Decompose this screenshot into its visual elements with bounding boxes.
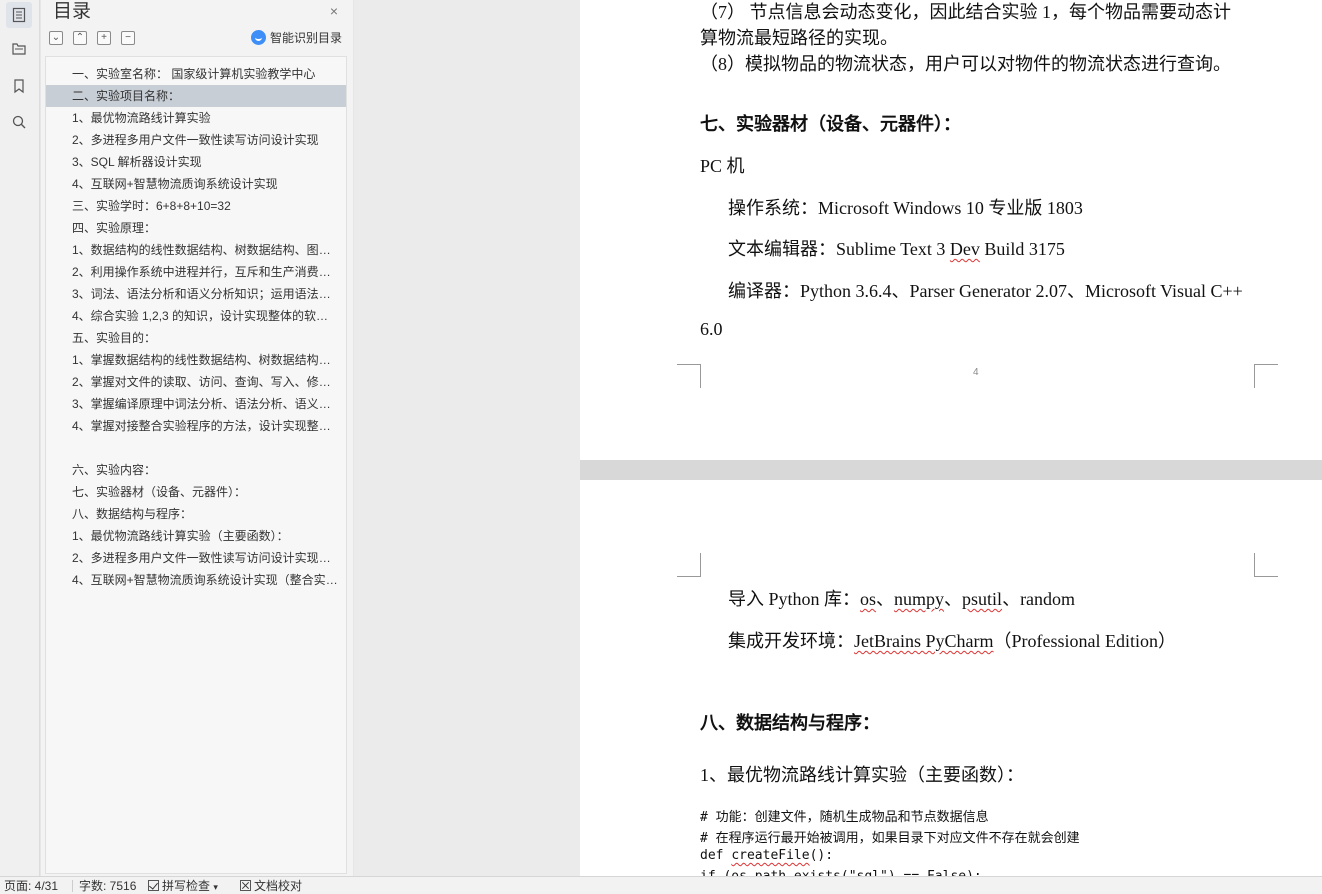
python-libs-line[interactable]: 导入 Python 库：os、numpy、psutil、random — [728, 585, 1075, 611]
code-if-line[interactable]: if (os.path.exists("sql") == False): — [700, 869, 982, 876]
spell-check-toggle[interactable]: 拼写检查 ▾ — [148, 879, 218, 894]
toc-item[interactable]: 四、实验原理： — [46, 217, 346, 239]
left-icon-rail — [0, 0, 40, 876]
heading-data-structures[interactable]: 八、数据结构与程序： — [700, 709, 880, 735]
toc-item[interactable]: 2、多进程多用户文件一致性读写访问设计实现 — [46, 129, 346, 151]
code-def-line[interactable]: def createFile(): — [700, 848, 833, 863]
margin-mark-top-left — [677, 553, 701, 577]
margin-mark-bottom-right — [1254, 364, 1278, 388]
smart-toc-button[interactable]: 智能识别目录 — [251, 29, 342, 46]
toc-item[interactable]: 1、最优物流路线计算实验（主要函数）： — [46, 525, 346, 547]
libs-sep-3: 、 — [1002, 589, 1021, 609]
editor-prefix: 文本编辑器：Sublime Text 3 — [728, 239, 950, 259]
ide-prefix: 集成开发环境： — [728, 631, 854, 651]
os-line[interactable]: 操作系统：Microsoft Windows 10 专业版 1803 — [728, 194, 1083, 220]
code-def-keyword: def — [700, 848, 732, 863]
toc-item[interactable]: 2、多进程多用户文件一致性读写访问设计实现（主要函数） — [46, 547, 346, 569]
spell-check-label: 拼写检查 — [162, 879, 211, 893]
paragraph-7b[interactable]: 算物流最短路径的实现。 — [700, 24, 898, 50]
search-icon — [12, 115, 26, 129]
pc-line[interactable]: PC 机 — [700, 152, 745, 178]
code-def-end: (): — [809, 848, 834, 863]
toc-item[interactable]: 七、实验器材（设备、元器件）： — [46, 481, 346, 503]
toc-panel: 目录 × ⌄ ⌃ + − 智能识别目录 一、实验室名称： 国家级计算机实验教学中… — [41, 0, 353, 876]
toc-item[interactable]: 五、实验目的： — [46, 327, 346, 349]
word-count[interactable]: 字数: 7516 — [79, 879, 136, 893]
code-function-name: createFile — [731, 848, 810, 863]
margin-mark-top-right — [1254, 553, 1278, 577]
ide-suffix: （Professional Edition） — [993, 631, 1177, 651]
bookmark-button[interactable] — [6, 73, 32, 99]
ide-line[interactable]: 集成开发环境：JetBrains PyCharm（Professional Ed… — [728, 627, 1176, 653]
compiler-version-line[interactable]: 6.0 — [700, 319, 723, 340]
heading-equipment[interactable]: 七、实验器材（设备、元器件）： — [700, 110, 961, 136]
code-comment-1[interactable]: # 功能：创建文件，随机生成物品和节点数据信息 — [700, 806, 989, 825]
lib-psutil: psutil — [962, 589, 1003, 609]
toc-item[interactable]: 4、综合实验 1,2,3 的知识，设计实现整体的软件系统 — [46, 305, 346, 327]
toc-item[interactable]: 六、实验内容： — [46, 459, 346, 481]
subheading-routing[interactable]: 1、最优物流路线计算实验（主要函数）： — [700, 761, 1024, 787]
smart-recognize-icon — [251, 30, 266, 45]
lib-os: os — [860, 589, 877, 609]
libs-prefix: 导入 Python 库： — [728, 589, 861, 609]
editor-dev: Dev — [949, 239, 980, 259]
status-divider — [72, 880, 73, 892]
status-bar: 页面: 4/31 字数: 7516 拼写检查 ▾ 文档校对 — [0, 876, 1322, 894]
margin-mark-bottom-left — [677, 364, 701, 388]
folder-tree-icon — [12, 43, 26, 55]
add-level-icon[interactable]: + — [97, 31, 111, 45]
ide-name: JetBrains PyCharm — [854, 631, 994, 651]
bookmark-icon — [14, 79, 24, 94]
toc-item[interactable]: 1、最优物流路线计算实验 — [46, 107, 346, 129]
editor-line[interactable]: 文本编辑器：Sublime Text 3 Dev Build 3175 — [728, 235, 1065, 261]
toc-item[interactable]: 4、互联网+智慧物流质询系统设计实现 — [46, 173, 346, 195]
toc-item[interactable]: 4、互联网+智慧物流质询系统设计实现（整合实验） — [46, 569, 346, 591]
lib-random: random — [1020, 589, 1076, 609]
toc-item[interactable]: 1、数据结构的线性数据结构、树数据结构、图数据结构 — [46, 239, 346, 261]
compiler-line[interactable]: 编译器：Python 3.6.4、Parser Generator 2.07、M… — [728, 277, 1243, 303]
editor-suffix: Build 3175 — [979, 239, 1065, 259]
libs-sep-1: 、 — [876, 589, 895, 609]
toc-item[interactable]: 2、掌握对文件的读取、访问、查询、写入、修改等操作 — [46, 371, 346, 393]
toc-item[interactable]: 2、利用操作系统中进程并行，互斥和生产消费者问题 — [46, 261, 346, 283]
page-indicator[interactable]: 页面: 4/31 — [4, 879, 58, 893]
toc-item[interactable]: 八、数据结构与程序： — [46, 503, 346, 525]
toc-panel-button[interactable] — [6, 2, 32, 28]
proofread-icon — [240, 880, 251, 891]
toc-item[interactable]: 一、实验室名称： 国家级计算机实验教学中心 — [46, 63, 346, 85]
paragraph-8[interactable]: （8）模拟物品的物流状态，用户可以对物件的物流状态进行查询。 — [700, 50, 1231, 76]
toc-item[interactable]: 3、SQL 解析器设计实现 — [46, 151, 346, 173]
paragraph-7a[interactable]: （7） 节点信息会动态变化，因此结合实验 1，每个物品需要动态计 — [700, 0, 1231, 24]
toc-list: 一、实验室名称： 国家级计算机实验教学中心 二、实验项目名称： 1、最优物流路线计算… — [45, 56, 347, 874]
toc-item[interactable]: 三、实验学时：6+8+8+10=32 — [46, 195, 346, 217]
dropdown-arrow-icon: ▾ — [213, 882, 218, 892]
navigation-button[interactable] — [6, 36, 32, 62]
toc-item[interactable]: 二、实验项目名称： — [46, 85, 346, 107]
search-button[interactable] — [6, 109, 32, 135]
toc-title: 目录 — [53, 1, 92, 22]
libs-sep-2: 、 — [944, 589, 963, 609]
smart-toc-label: 智能识别目录 — [270, 31, 343, 45]
checkbox-icon — [148, 880, 159, 891]
page-number: 4 — [973, 367, 979, 378]
toc-item[interactable]: 3、掌握编译原理中词法分析、语法分析、语义分析方法 — [46, 393, 346, 415]
page-separator — [580, 460, 1322, 480]
expand-icon[interactable]: ⌃ — [73, 31, 87, 45]
proofread-button[interactable]: 文档校对 — [240, 879, 302, 893]
toc-item[interactable]: 3、词法、语法分析和语义分析知识；运用语法分析器 — [46, 283, 346, 305]
outline-icon — [12, 7, 26, 23]
toc-item — [46, 437, 346, 459]
code-comment-2[interactable]: # 在程序运行最开始被调用，如果目录下对应文件不存在就会创建 — [700, 827, 1080, 846]
toc-toolbar: ⌄ ⌃ + − — [49, 31, 135, 45]
lib-numpy: numpy — [894, 589, 945, 609]
close-icon[interactable]: × — [327, 4, 341, 18]
remove-level-icon[interactable]: − — [121, 31, 135, 45]
collapse-icon[interactable]: ⌄ — [49, 31, 63, 45]
proofread-label: 文档校对 — [254, 879, 303, 893]
toc-item[interactable]: 4、掌握对接整合实验程序的方法，设计实现整体系统 — [46, 415, 346, 437]
toc-item[interactable]: 1、掌握数据结构的线性数据结构、树数据结构和图数据结构 — [46, 349, 346, 371]
